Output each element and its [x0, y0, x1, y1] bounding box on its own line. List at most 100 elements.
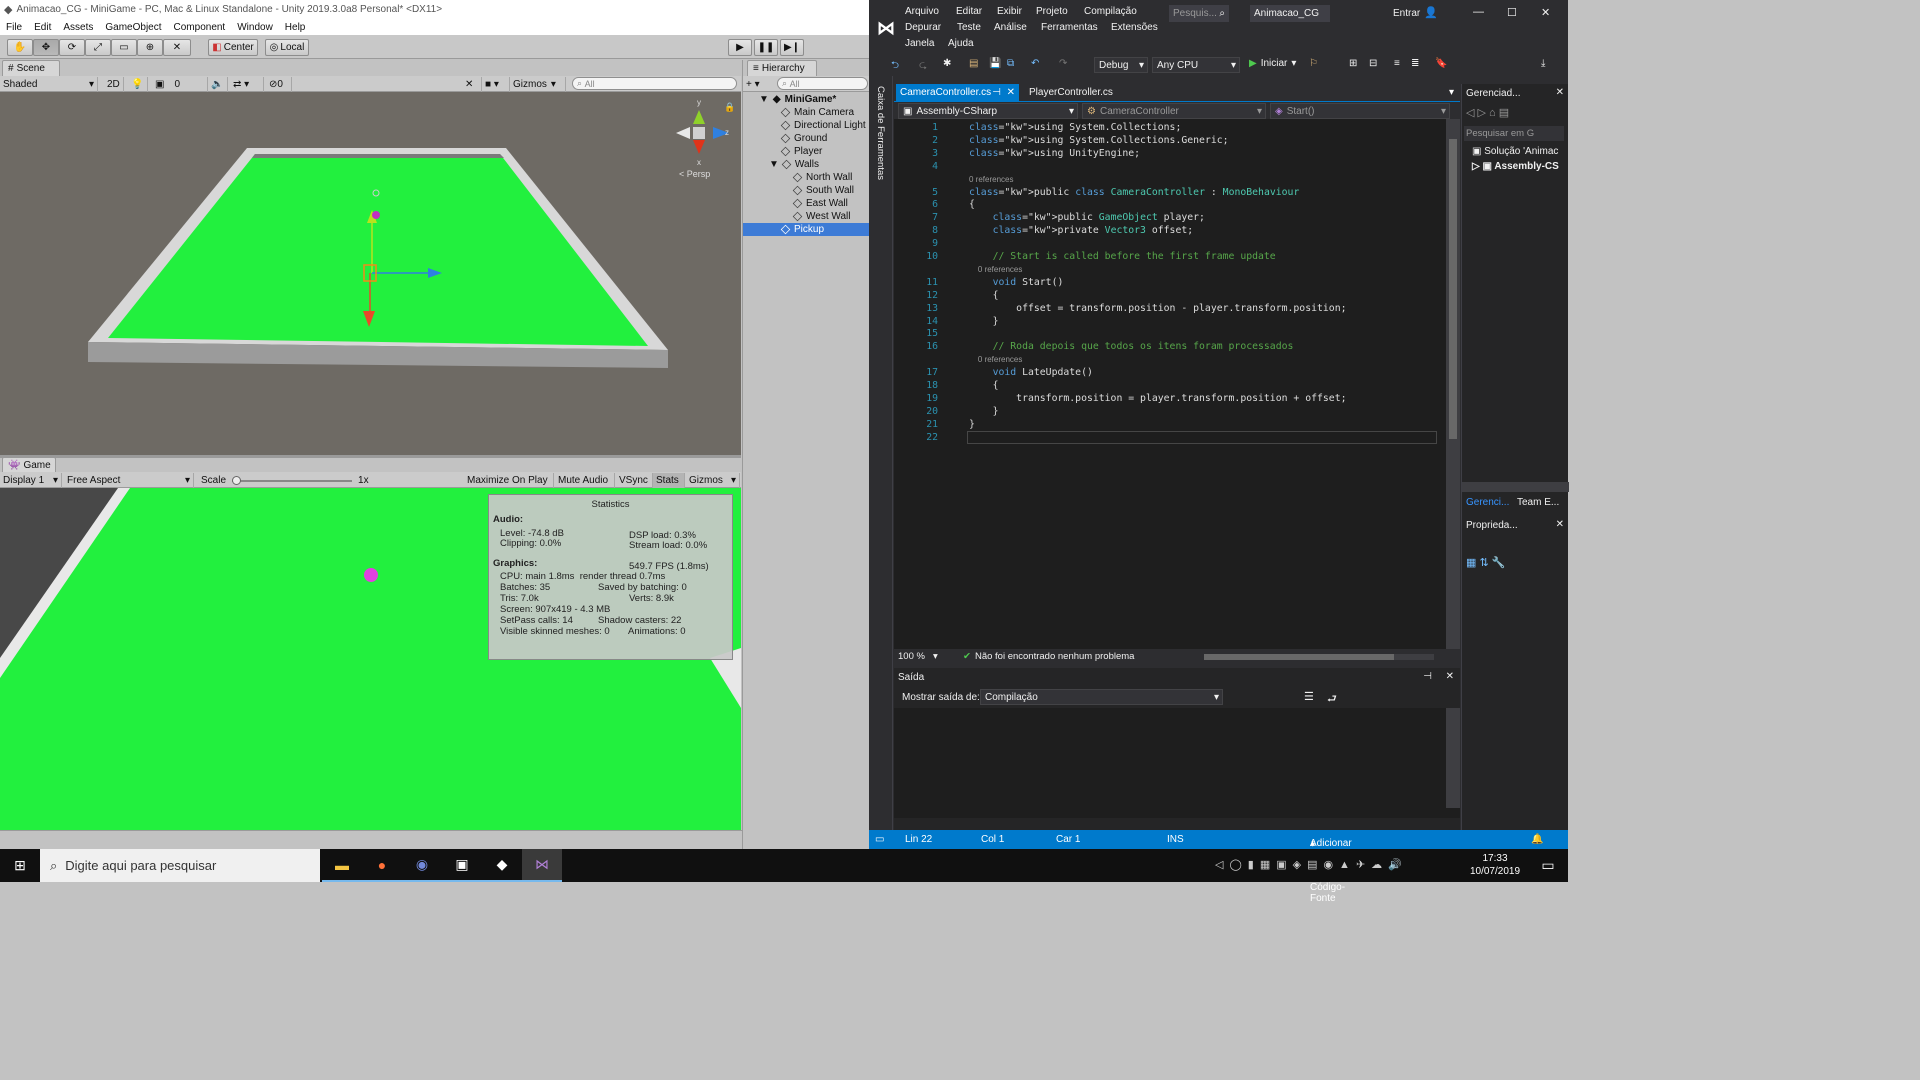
action-center-icon[interactable]: ▭ [1528, 849, 1568, 882]
close-tab-icon[interactable]: ✕ [1007, 87, 1015, 98]
menu-edit[interactable]: Edit [28, 22, 57, 33]
projection-label[interactable]: < Persp [679, 169, 710, 179]
code-line[interactable]: void LateUpdate() [969, 366, 1093, 379]
play-button[interactable]: ▶ [728, 39, 752, 56]
lighting-icon[interactable]: 💡 [128, 77, 148, 92]
menu-arquivo[interactable]: Arquivo [905, 6, 939, 17]
menu-assets[interactable]: Assets [57, 22, 99, 33]
clear-all-icon[interactable]: ☰ [1304, 690, 1314, 703]
code-line[interactable]: class="kw">using System.Collections.Gene… [969, 134, 1229, 147]
code-line[interactable]: class="kw">using UnityEngine; [969, 147, 1140, 160]
hierarchy-item-walls[interactable]: ▼ Walls [743, 158, 870, 171]
scrollbar-thumb[interactable] [1449, 139, 1457, 439]
start-debug-button[interactable]: ▶ Iniciar ▾ [1249, 58, 1296, 69]
unity-taskbar-icon[interactable]: ◆ [482, 849, 522, 882]
hierarchy-item-ground[interactable]: Ground [743, 132, 870, 145]
code-line[interactable]: // Start is called before the first fram… [969, 250, 1276, 263]
menu-window[interactable]: Window [231, 22, 279, 33]
menu-exibir[interactable]: Exibir [997, 6, 1022, 17]
toolbar-options-icon[interactable]: ⤓ [1541, 58, 1545, 69]
audio-icon[interactable]: 🔈 [208, 77, 228, 92]
uncomment-icon[interactable]: ≣ [1411, 58, 1419, 69]
platform-dropdown[interactable]: Any CPU ▾ [1152, 57, 1240, 73]
scene-view[interactable]: y z x < Persp 🔒 [0, 92, 741, 455]
properties-toolbar-icons[interactable]: ▦ ⇅ 🔧 [1466, 556, 1505, 569]
code-line[interactable]: { [969, 379, 999, 392]
menu-ajuda[interactable]: Ajuda [948, 38, 974, 49]
system-tray-icons[interactable]: ◁◯▮▦▣◈▤◉▲✈☁🔊 [1215, 858, 1408, 871]
rect-tool-icon[interactable]: ▭ [111, 39, 137, 56]
firefox-icon[interactable]: ● [362, 849, 402, 882]
output-scrollbar[interactable] [1446, 708, 1460, 808]
hierarchy-item-south-wall[interactable]: South Wall [743, 184, 870, 197]
expand-arrow-icon[interactable]: ▼ [759, 94, 769, 105]
game-gizmos-dropdown[interactable]: Gizmos ▾ [686, 473, 740, 488]
horizontal-scrollbar-thumb[interactable] [1204, 654, 1394, 660]
menu-file[interactable]: File [0, 22, 28, 33]
menu-compilacao[interactable]: Compilação [1084, 6, 1137, 17]
rotate-tool-icon[interactable]: ⟳ [59, 39, 85, 56]
display-dropdown[interactable]: Display 1 ▾ [0, 473, 62, 488]
menu-analise[interactable]: Análise [994, 22, 1027, 33]
hierarchy-scene-root[interactable]: ▼ ◆ MiniGame* [743, 93, 870, 106]
member-dropdown[interactable]: ◈ Start() ▾ [1270, 103, 1450, 119]
tab-playercontroller[interactable]: PlayerController.cs [1025, 84, 1125, 101]
project-dropdown[interactable]: ▣ Assembly-CSharp ▾ [898, 103, 1078, 119]
code-line[interactable]: { [969, 198, 975, 211]
code-line[interactable]: } [969, 315, 999, 328]
view-divider[interactable] [0, 455, 741, 458]
code-line[interactable]: 0 references [969, 173, 1013, 186]
scale-slider-thumb[interactable] [232, 475, 242, 485]
solution-explorer-icon[interactable]: ⊞ [1349, 58, 1357, 69]
tab-team-explorer[interactable]: Team E... [1517, 497, 1559, 508]
menu-janela[interactable]: Janela [905, 38, 934, 49]
hierarchy-item-main-camera[interactable]: Main Camera [743, 106, 870, 119]
visual-studio-taskbar-icon[interactable]: ⋈ [522, 849, 562, 882]
vm-app-icon[interactable]: ▣ [442, 849, 482, 882]
code-line[interactable]: class="kw">public GameObject player; [969, 211, 1205, 224]
mute-audio-toggle[interactable]: Mute Audio [555, 473, 615, 488]
notifications-bell-icon[interactable]: 🔔 [1531, 834, 1543, 845]
hidden-objects-toggle[interactable]: ⊘ 0 [266, 77, 292, 92]
hierarchy-item-player[interactable]: Player [743, 145, 870, 158]
redo-icon[interactable]: ↷ [1059, 58, 1067, 69]
solution-search-input[interactable]: Pesquisar em G [1464, 126, 1564, 141]
pivot-center-button[interactable]: ◧ Center [208, 39, 258, 56]
save-icon[interactable]: 💾 [989, 58, 1001, 69]
code-line[interactable]: } [969, 405, 999, 418]
effects-toggle[interactable]: ▣ 0 [152, 77, 208, 92]
hierarchy-item-east-wall[interactable]: East Wall [743, 197, 870, 210]
code-line[interactable]: 0 references [969, 263, 1022, 276]
maximize-on-play-toggle[interactable]: Maximize On Play [464, 473, 554, 488]
stats-toggle[interactable]: Stats [653, 473, 685, 488]
toolbox-label[interactable]: Caixa de Ferramentas [875, 86, 886, 180]
pause-button[interactable]: ❚❚ [754, 39, 778, 56]
properties-icon[interactable]: ⊟ [1369, 58, 1377, 69]
file-explorer-icon[interactable]: ▬ [322, 849, 362, 882]
hierarchy-item-north-wall[interactable]: North Wall [743, 171, 870, 184]
maximize-button[interactable]: ☐ [1507, 6, 1517, 19]
shading-mode-dropdown[interactable]: Shaded ▾ [0, 77, 98, 92]
transform-tool-icon[interactable]: ⊕ [137, 39, 163, 56]
code-line[interactable]: class="kw">using System.Collections; [969, 121, 1181, 134]
project-node[interactable]: ▷ ▣ Assembly-CS [1472, 161, 1559, 172]
undo-icon[interactable]: ↶ [1031, 58, 1039, 69]
tabs-overflow-icon[interactable]: ▾ [1449, 87, 1454, 98]
taskbar-clock[interactable]: 17:33 10/07/2019 [1465, 852, 1525, 878]
tab-hierarchy[interactable]: ≡ Hierarchy [747, 60, 817, 76]
solution-node[interactable]: ▣ Solução 'Animac [1472, 146, 1558, 157]
menu-help[interactable]: Help [279, 22, 312, 33]
pin-icon[interactable]: ⊣ [992, 87, 1001, 98]
solution-close-icon[interactable]: ✕ [1556, 87, 1564, 98]
menu-gameobject[interactable]: GameObject [99, 22, 167, 33]
vs-search-input[interactable]: Pesquis... ⌕ [1169, 5, 1229, 22]
scale-slider[interactable] [232, 475, 353, 485]
open-folder-icon[interactable]: ▤ [969, 58, 978, 69]
code-editor[interactable]: 1 class="kw">using System.Collections; 2 cl… [894, 119, 1460, 649]
output-close-icon[interactable]: ✕ [1446, 671, 1454, 682]
menu-editar[interactable]: Editar [956, 6, 982, 17]
code-line[interactable]: offset = transform.position - player.tra… [969, 302, 1346, 315]
hierarchy-item-west-wall[interactable]: West Wall [743, 210, 870, 223]
vsync-toggle[interactable]: VSync [616, 473, 653, 488]
step-button[interactable]: ▶❙ [780, 39, 804, 56]
